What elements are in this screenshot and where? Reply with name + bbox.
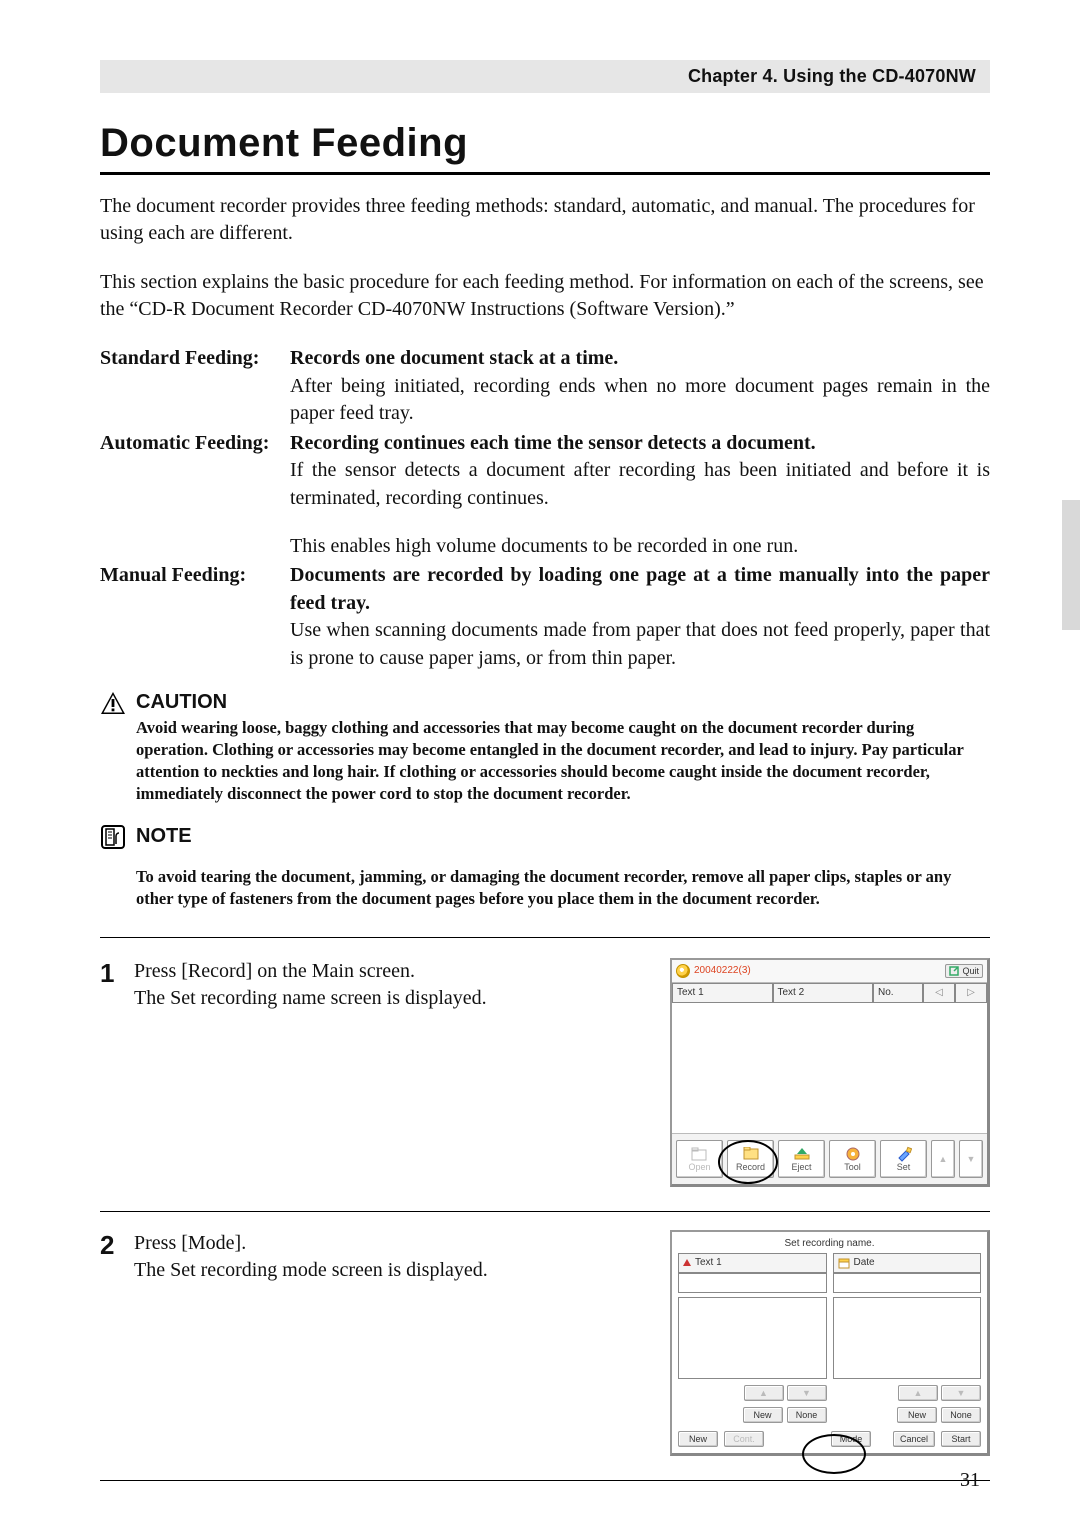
note-text: To avoid tearing the document, jamming, … — [136, 866, 980, 911]
date-icon — [838, 1257, 850, 1269]
caution-label: CAUTION — [136, 691, 227, 714]
fig2-title: Set recording name. — [678, 1238, 981, 1249]
fig2-text1-header[interactable]: Text 1 — [678, 1253, 827, 1273]
disc-icon — [676, 964, 690, 978]
page-number: 31 — [960, 1469, 980, 1492]
col-text2[interactable]: Text 2 — [773, 983, 874, 1003]
tool-icon — [845, 1146, 861, 1162]
step-separator — [100, 937, 990, 938]
text1-new-button[interactable]: New — [743, 1407, 783, 1423]
tool-button[interactable]: Tool — [829, 1140, 876, 1178]
step-1: 1 Press [Record] on the Main screen. The… — [100, 958, 990, 1187]
quit-button[interactable]: Quit — [945, 964, 983, 978]
mode-button[interactable]: Mode — [831, 1431, 871, 1447]
record-button[interactable]: Record — [727, 1140, 774, 1178]
caution-heading: CAUTION — [100, 691, 990, 715]
open-label: Open — [688, 1162, 710, 1172]
eject-icon — [793, 1146, 811, 1162]
text1-marker-icon — [683, 1259, 691, 1266]
date-none-button[interactable]: None — [941, 1407, 981, 1423]
fig2-text1-list[interactable] — [678, 1297, 827, 1379]
manual-feeding-label: Manual Feeding: — [100, 562, 290, 672]
note-heading: NOTE — [100, 824, 990, 850]
start-button[interactable]: Start — [941, 1431, 981, 1447]
text1-label: Text 1 — [695, 1257, 722, 1268]
manual-feeding-body: Use when scanning documents made from pa… — [290, 617, 990, 672]
record-icon — [742, 1146, 760, 1162]
fig1-list-area — [672, 1003, 987, 1133]
warning-icon — [100, 691, 126, 715]
nav-prev-button[interactable]: ◁ — [923, 983, 955, 1003]
automatic-feeding-summary: Recording continues each time the sensor… — [290, 432, 816, 454]
quit-icon — [949, 966, 959, 976]
text1-nav-down[interactable]: ▼ — [787, 1385, 827, 1401]
cont-button[interactable]: Cont. — [724, 1431, 764, 1447]
open-icon — [691, 1146, 709, 1162]
set-button[interactable]: Set — [880, 1140, 927, 1178]
fig2-date-field[interactable] — [833, 1273, 982, 1293]
step-1-line-2: The Set recording name screen is display… — [134, 985, 656, 1012]
chapter-header: Chapter 4. Using the CD-4070NW — [100, 60, 990, 93]
nav-up-button[interactable]: ▲ — [931, 1140, 955, 1178]
automatic-feeding-body-1: If the sensor detects a document after r… — [290, 457, 990, 512]
step-2: 2 Press [Mode]. The Set recording mode s… — [100, 1230, 990, 1456]
date-new-button[interactable]: New — [897, 1407, 937, 1423]
date-nav-down[interactable]: ▼ — [941, 1385, 981, 1401]
section-title: Document Feeding — [100, 121, 990, 175]
new-button[interactable]: New — [678, 1431, 718, 1447]
eject-label: Eject — [791, 1162, 811, 1172]
open-button[interactable]: Open — [676, 1140, 723, 1178]
set-label: Set — [897, 1162, 911, 1172]
set-icon — [896, 1146, 912, 1162]
up-arrow-icon: ▲ — [939, 1154, 948, 1164]
date-label: Date — [854, 1257, 875, 1268]
intro-block: The document recorder provides three fee… — [100, 193, 990, 323]
nav-down-button[interactable]: ▼ — [959, 1140, 983, 1178]
intro-paragraph-1: The document recorder provides three fee… — [100, 193, 990, 247]
note-icon — [100, 824, 126, 850]
manual-page: Chapter 4. Using the CD-4070NW Document … — [0, 0, 1080, 1526]
automatic-feeding-label: Automatic Feeding: — [100, 430, 290, 560]
record-label: Record — [736, 1162, 765, 1172]
fig1-date: 20040222(3) — [694, 965, 751, 976]
standard-feeding-summary: Records one document stack at a time. — [290, 347, 618, 369]
text1-nav-up[interactable]: ▲ — [744, 1385, 784, 1401]
step-1-number: 1 — [100, 958, 134, 1187]
note-label: NOTE — [136, 825, 192, 848]
step-2-line-1: Press [Mode]. — [134, 1230, 656, 1257]
text1-none-button[interactable]: None — [787, 1407, 827, 1423]
cancel-button[interactable]: Cancel — [893, 1431, 935, 1447]
standard-feeding-label: Standard Feeding: — [100, 345, 290, 428]
date-nav-up[interactable]: ▲ — [898, 1385, 938, 1401]
eject-button[interactable]: Eject — [778, 1140, 825, 1178]
col-no[interactable]: No. — [873, 983, 923, 1003]
nav-next-button[interactable]: ▷ — [955, 983, 987, 1003]
fig2-text1-field[interactable] — [678, 1273, 827, 1293]
col-text1[interactable]: Text 1 — [672, 983, 773, 1003]
down-arrow-icon: ▼ — [967, 1154, 976, 1164]
fig2-date-header[interactable]: Date — [833, 1253, 982, 1273]
quit-label: Quit — [962, 966, 979, 976]
intro-paragraph-2: This section explains the basic procedur… — [100, 269, 990, 323]
step-separator — [100, 1211, 990, 1212]
side-tab — [1062, 500, 1080, 630]
figure-main-screen: 20040222(3) Quit Text 1 Text 2 No. ◁ ▷ — [670, 958, 990, 1187]
step-separator — [100, 1480, 990, 1481]
standard-feeding-body: After being initiated, recording ends wh… — [290, 373, 990, 428]
automatic-feeding-body-2: This enables high volume documents to be… — [290, 533, 990, 561]
manual-feeding-summary: Documents are recorded by loading one pa… — [290, 564, 990, 614]
step-2-line-2: The Set recording mode screen is display… — [134, 1257, 656, 1284]
figure-set-recording-name: Set recording name. Text 1 — [670, 1230, 990, 1456]
fig2-date-list[interactable] — [833, 1297, 982, 1379]
step-1-line-1: Press [Record] on the Main screen. — [134, 958, 656, 985]
step-2-number: 2 — [100, 1230, 134, 1456]
caution-text: Avoid wearing loose, baggy clothing and … — [136, 717, 980, 806]
tool-label: Tool — [844, 1162, 861, 1172]
